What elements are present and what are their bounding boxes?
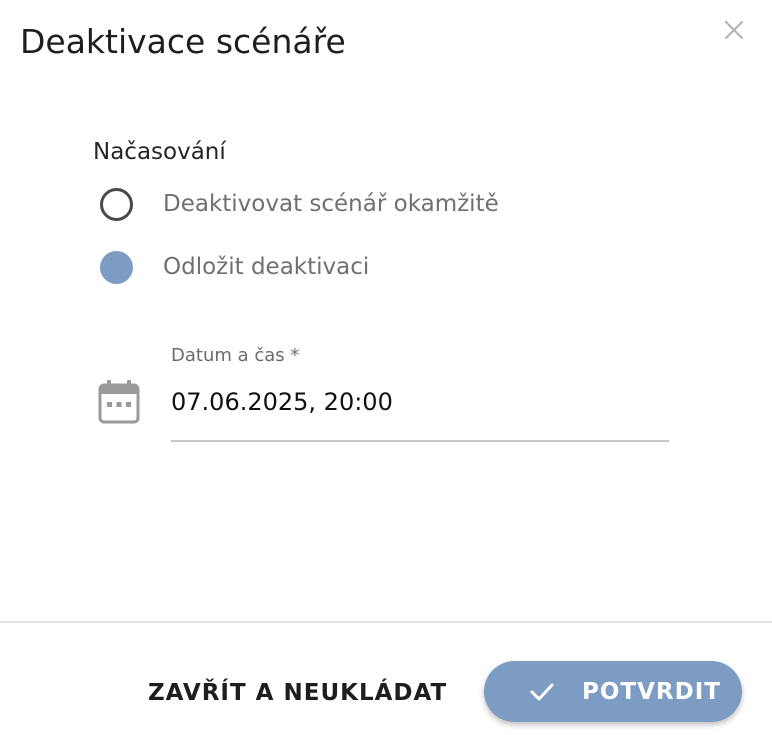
radio-unchecked[interactable] (100, 187, 133, 221)
radio-label-delayed: Odložit deaktivaci (163, 254, 370, 280)
confirm-button[interactable]: POTVRDIT (484, 661, 742, 722)
close-without-saving-button[interactable]: ZAVŘÍT A NEUKLÁDAT (148, 676, 447, 710)
timing-label: Načasování (93, 139, 226, 165)
radio-label-immediate: Deaktivovat scénář okamžitě (163, 191, 499, 217)
confirm-button-label: POTVRDIT (582, 678, 721, 705)
dialog-title: Deaktivace scénáře (20, 22, 346, 61)
close-button[interactable] (720, 16, 748, 44)
close-icon (724, 20, 744, 40)
datetime-field-label: Datum a čas * (171, 345, 300, 366)
radio-checked[interactable] (100, 250, 133, 284)
calendar-icon[interactable] (97, 379, 141, 425)
radio-option-delayed[interactable]: Odložit deaktivaci (100, 250, 369, 284)
check-icon (530, 683, 554, 700)
radio-option-immediate[interactable]: Deaktivovat scénář okamžitě (100, 187, 499, 221)
footer-divider (0, 621, 772, 623)
datetime-input[interactable]: 07.06.2025, 20:00 (171, 383, 669, 423)
deactivate-scenario-dialog: Deaktivace scénáře Načasování Deaktivova… (0, 0, 772, 735)
datetime-input-underline (171, 440, 669, 442)
